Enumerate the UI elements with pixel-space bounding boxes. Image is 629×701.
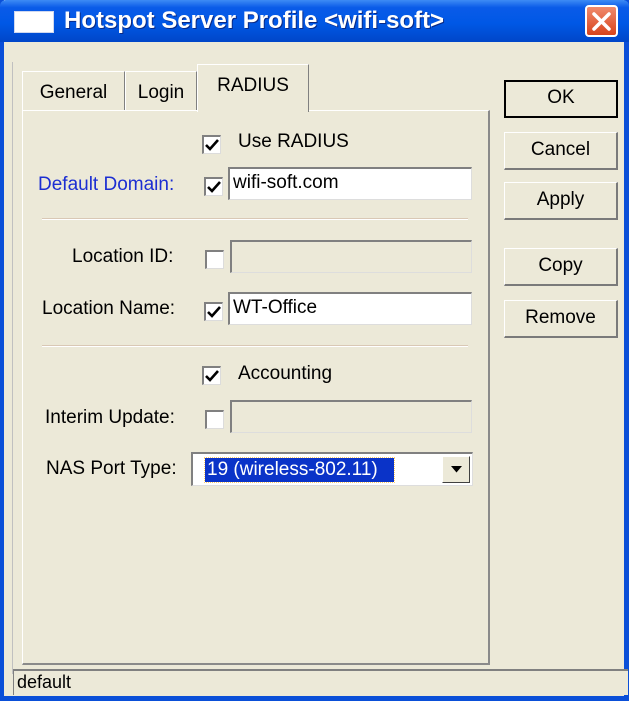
window-title: Hotspot Server Profile <wifi-soft> <box>64 7 445 34</box>
accounting-checkbox[interactable] <box>202 366 221 385</box>
use-radius-checkbox[interactable] <box>202 135 221 154</box>
remove-button[interactable]: Remove <box>504 300 618 338</box>
separator <box>42 345 468 347</box>
ok-button[interactable]: OK <box>504 80 618 118</box>
close-button[interactable] <box>585 5 618 37</box>
title-bar[interactable]: Hotspot Server Profile <wifi-soft> <box>0 0 629 42</box>
checkmark-icon <box>205 139 219 151</box>
tab-radius[interactable]: RADIUS <box>197 64 309 112</box>
chevron-down-icon <box>451 466 462 473</box>
nas-port-type-dropdown-button[interactable] <box>442 456 470 483</box>
left-edge-line <box>12 62 13 674</box>
tab-general[interactable]: General <box>22 71 125 111</box>
tab-general-label: General <box>39 82 108 103</box>
accounting-label: Accounting <box>238 363 333 384</box>
location-name-label: Location Name: <box>42 298 176 319</box>
location-id-checkbox[interactable] <box>205 250 224 269</box>
apply-button[interactable]: Apply <box>504 182 618 220</box>
nas-port-type-value: 19 (wireless-802.11) <box>204 457 395 483</box>
tab-radius-label: RADIUS <box>217 75 289 96</box>
use-radius-label: Use RADIUS <box>238 131 349 152</box>
checkmark-icon <box>207 181 221 193</box>
close-icon <box>592 12 611 31</box>
nas-port-type-label: NAS Port Type: <box>46 458 177 479</box>
interim-update-label: Interim Update: <box>45 407 175 428</box>
window-icon <box>14 11 54 33</box>
hotspot-server-profile-window: Hotspot Server Profile <wifi-soft> Gener… <box>0 0 629 701</box>
location-name-field[interactable]: WT-Office <box>228 292 472 325</box>
location-id-label: Location ID: <box>72 246 174 267</box>
default-domain-field[interactable]: wifi-soft.com <box>228 167 472 200</box>
interim-update-field[interactable] <box>230 400 472 433</box>
location-id-field[interactable] <box>230 240 472 273</box>
status-bar: default <box>13 669 628 695</box>
nas-port-type-select[interactable]: 19 (wireless-802.11) <box>191 452 473 486</box>
location-name-checkbox[interactable] <box>204 302 223 321</box>
tab-login[interactable]: Login <box>125 71 197 111</box>
interim-update-checkbox[interactable] <box>205 410 224 429</box>
copy-button[interactable]: Copy <box>504 248 618 286</box>
default-domain-checkbox[interactable] <box>204 177 223 196</box>
tab-login-label: Login <box>137 82 185 103</box>
separator <box>42 218 468 220</box>
checkmark-icon <box>207 306 221 318</box>
cancel-button[interactable]: Cancel <box>504 132 618 170</box>
default-domain-label: Default Domain: <box>38 174 175 195</box>
checkmark-icon <box>205 370 219 382</box>
